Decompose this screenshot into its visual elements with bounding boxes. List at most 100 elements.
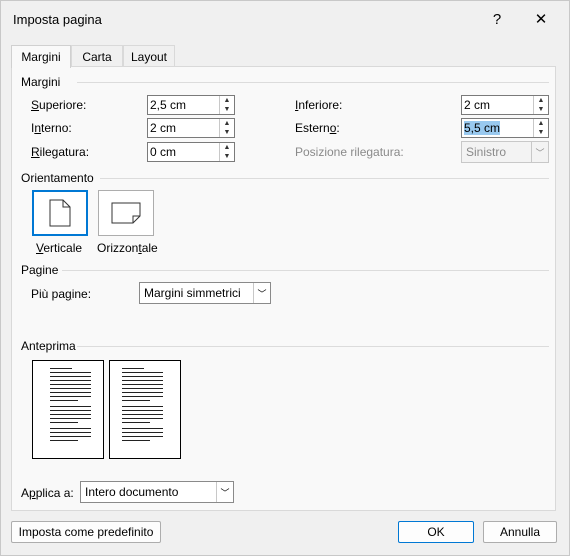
- preview-line: [50, 368, 72, 369]
- margins-group-title: Margini: [21, 75, 61, 89]
- preview-line: [50, 400, 78, 401]
- preview-line: [122, 440, 150, 441]
- preview-line: [50, 384, 91, 385]
- preview-line: [122, 384, 163, 385]
- preview-line: [122, 380, 163, 381]
- multiple-pages-label-rest: ine:: [71, 287, 92, 301]
- tab-label: Carta: [82, 49, 112, 64]
- multiple-pages-value: Margini simmetrici: [144, 286, 241, 300]
- posizione-rilegatura-value: Sinistro: [466, 145, 507, 159]
- preview-line: [50, 428, 91, 429]
- esterno-label-pre: Estern: [295, 121, 330, 135]
- dialog-title: Imposta pagina: [13, 12, 102, 27]
- preview-line: [50, 372, 91, 373]
- landscape-button[interactable]: [98, 190, 154, 236]
- chevron-down-icon: ﹀: [216, 482, 233, 502]
- divider: [77, 346, 549, 347]
- portrait-label-rest: erticale: [43, 241, 83, 255]
- interno-value: 2 cm: [150, 121, 177, 135]
- preview-line: [122, 388, 163, 389]
- superiore-label-rest: uperiore:: [39, 98, 87, 112]
- help-button[interactable]: ?: [484, 7, 510, 31]
- spin-down-icon[interactable]: ▼: [534, 128, 548, 137]
- interno-spinner[interactable]: 2 cm ▲ ▼: [147, 118, 235, 138]
- spin-down-icon[interactable]: ▼: [220, 105, 234, 114]
- landscape-label-pre: Orizzon: [97, 241, 139, 255]
- spin-up-icon[interactable]: ▲: [534, 96, 548, 105]
- multiple-pages-select[interactable]: Margini simmetrici ﹀: [139, 282, 271, 304]
- posizione-rilegatura-select[interactable]: Sinistro ﹀: [461, 141, 549, 163]
- spin-down-icon[interactable]: ▼: [534, 105, 548, 114]
- interno-label-rest: terno:: [41, 121, 72, 135]
- esterno-label-rest: :: [336, 121, 340, 135]
- esterno-label: Esterno:: [295, 121, 340, 135]
- preview-line: [122, 422, 150, 423]
- tab-layout[interactable]: Layout: [123, 45, 175, 67]
- rilegatura-label: Rilegatura:: [31, 145, 89, 159]
- landscape-label-rest: ale: [141, 241, 158, 255]
- preview-page-right: [109, 360, 181, 459]
- spinner-arrows: ▲ ▼: [219, 96, 234, 114]
- preview-line: [122, 436, 163, 437]
- tab-margini[interactable]: Margini: [11, 45, 71, 68]
- close-button[interactable]: ✕: [528, 7, 554, 31]
- spin-up-icon[interactable]: ▲: [220, 119, 234, 128]
- rilegatura-spinner[interactable]: 0 cm ▲ ▼: [147, 142, 235, 162]
- mnemonic: g: [65, 287, 72, 301]
- multiple-pages-label-pre: Più pa: [31, 287, 66, 301]
- esterno-spinner[interactable]: 5,5 cm ▲ ▼: [461, 118, 549, 138]
- set-default-button[interactable]: Imposta come predefinito: [11, 521, 161, 543]
- landscape-label: Orizzontale: [97, 241, 158, 255]
- tab-label: Layout: [130, 49, 168, 64]
- preview-line: [50, 432, 91, 433]
- inferiore-label: Inferiore:: [295, 98, 342, 112]
- spin-down-icon[interactable]: ▼: [220, 128, 234, 137]
- cancel-button[interactable]: Annulla: [483, 521, 557, 543]
- tab-panel-margini: Margini Superiore: 2,5 cm ▲ ▼ Interno: 2…: [11, 66, 556, 511]
- ok-button[interactable]: OK: [398, 521, 474, 543]
- mnemonic: R: [31, 145, 40, 159]
- preview-line: [50, 436, 91, 437]
- landscape-page-icon: [111, 202, 141, 224]
- spin-down-icon[interactable]: ▼: [220, 152, 234, 161]
- portrait-label: Verticale: [36, 241, 82, 255]
- divider: [100, 178, 549, 179]
- preview-line: [122, 428, 163, 429]
- portrait-page-icon: [49, 199, 71, 227]
- preview-line: [50, 376, 91, 377]
- preview-line: [50, 418, 91, 419]
- preview-line: [122, 372, 163, 373]
- preview-page-left: [32, 360, 104, 459]
- apply-to-value: Intero documento: [85, 485, 179, 499]
- preview-line: [50, 396, 91, 397]
- preview-line: [122, 432, 163, 433]
- spinner-arrows: ▲ ▼: [219, 143, 234, 161]
- preview-line: [50, 406, 91, 407]
- interno-label: Interno:: [31, 121, 72, 135]
- title-bar: Imposta pagina ? ✕: [1, 1, 569, 37]
- spin-up-icon[interactable]: ▲: [220, 96, 234, 105]
- chevron-down-icon: ﹀: [531, 142, 548, 162]
- rilegatura-label-rest: ilegatura:: [39, 145, 90, 159]
- mnemonic: S: [31, 98, 40, 112]
- spinner-arrows: ▲ ▼: [219, 119, 234, 137]
- preview-group-title: Anteprima: [21, 339, 76, 353]
- divider: [77, 82, 549, 83]
- spin-up-icon[interactable]: ▲: [220, 143, 234, 152]
- chevron-down-icon: ﹀: [253, 283, 270, 303]
- preview-line: [50, 388, 91, 389]
- spinner-arrows: ▲ ▼: [533, 96, 548, 114]
- apply-to-select[interactable]: Intero documento ﹀: [80, 481, 234, 503]
- inferiore-spinner[interactable]: 2 cm ▲ ▼: [461, 95, 549, 115]
- inferiore-label-rest: nferiore:: [298, 98, 343, 112]
- portrait-button[interactable]: [32, 190, 88, 236]
- preview-line: [50, 414, 91, 415]
- spinner-arrows: ▲ ▼: [533, 119, 548, 137]
- preview-line: [122, 400, 150, 401]
- spin-up-icon[interactable]: ▲: [534, 119, 548, 128]
- apply-to-label-pre: A: [21, 486, 30, 500]
- posizione-rilegatura-label: Posizione rilegatura:: [295, 145, 404, 159]
- superiore-spinner[interactable]: 2,5 cm ▲ ▼: [147, 95, 235, 115]
- tab-carta[interactable]: Carta: [71, 45, 123, 67]
- preview-line: [50, 410, 91, 411]
